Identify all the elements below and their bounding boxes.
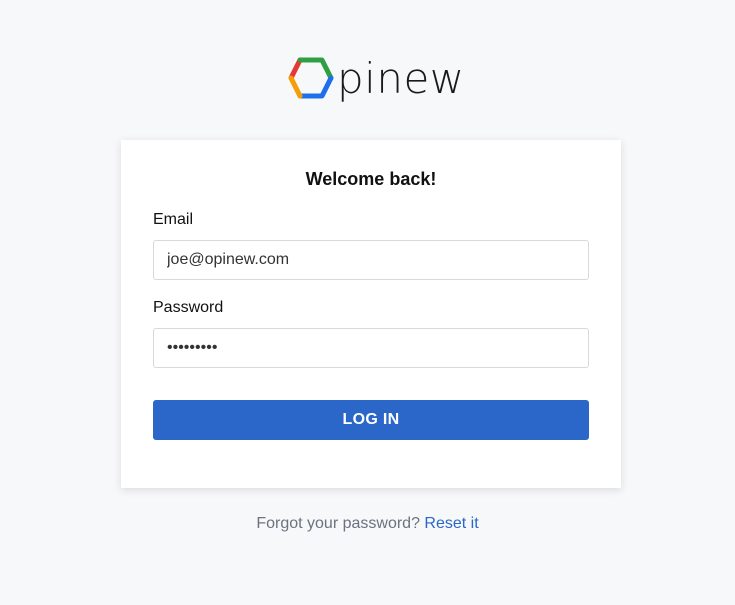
hexagon-logo-icon bbox=[288, 57, 334, 99]
email-field[interactable] bbox=[153, 240, 589, 280]
login-button[interactable]: LOG IN bbox=[153, 400, 589, 440]
password-label: Password bbox=[153, 299, 224, 316]
password-field[interactable] bbox=[153, 328, 589, 368]
reset-password-link[interactable]: Reset it bbox=[424, 515, 478, 532]
forgot-password-row: Forgot your password? Reset it bbox=[0, 515, 735, 533]
brand-logo: pinew bbox=[287, 55, 465, 101]
brand-name: pinew bbox=[337, 54, 465, 103]
email-label: Email bbox=[153, 211, 194, 228]
forgot-password-text: Forgot your password? bbox=[256, 515, 420, 532]
login-card: Welcome back! Email Password LOG IN bbox=[121, 140, 621, 488]
login-title: Welcome back! bbox=[305, 169, 437, 189]
